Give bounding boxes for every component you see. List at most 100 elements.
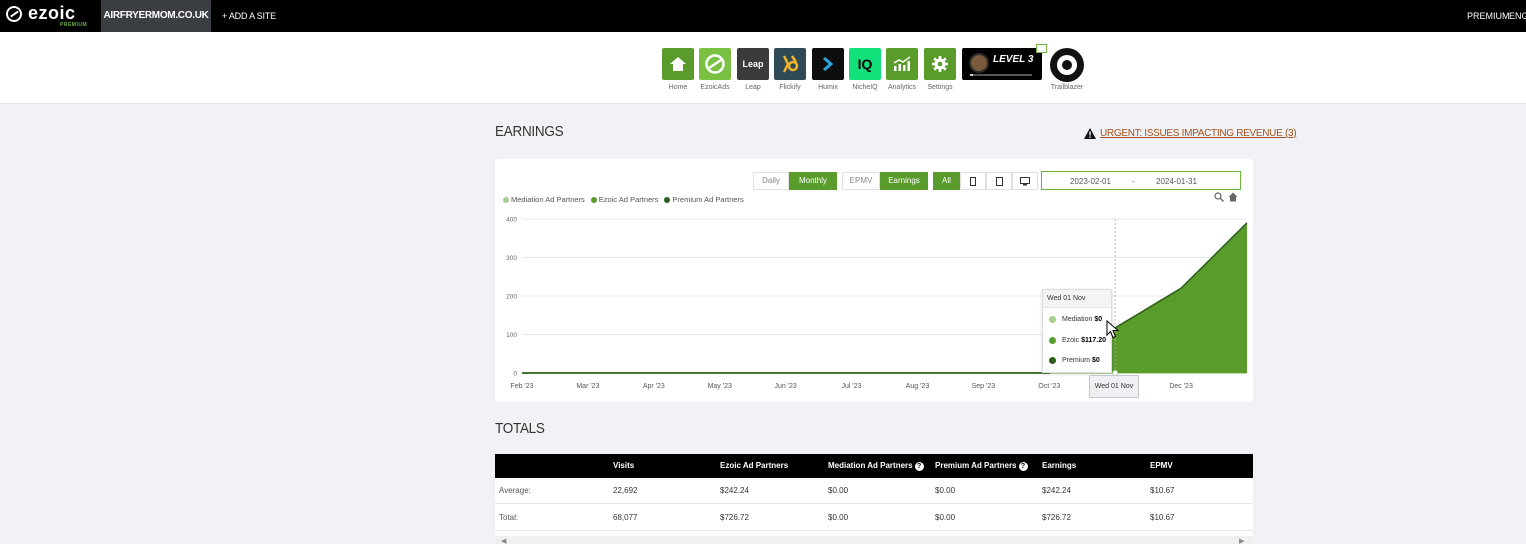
flickify-icon — [774, 48, 806, 80]
help-icon[interactable]: ? — [1018, 461, 1028, 471]
logo-text: ezoic — [28, 3, 76, 23]
tooltip-row: Mediation $0 — [1049, 316, 1102, 323]
trailblazer-label: Trailblazer — [1050, 84, 1084, 91]
table-cell: $0.00 — [935, 513, 956, 522]
app-navbar: Home EzoicAds Leap Leap Flickify Humix I… — [0, 32, 1526, 104]
totals-title: TOTALS — [495, 420, 545, 437]
home-icon — [662, 48, 694, 80]
y-tick-label: 400 — [506, 217, 517, 224]
mail-icon[interactable] — [1036, 44, 1047, 53]
table-cell: $0.00 — [828, 486, 849, 495]
table-cell: $0.00 — [828, 513, 849, 522]
x-tick-label: Oct '23 — [1038, 383, 1060, 390]
app-leap[interactable]: Leap Leap — [737, 48, 769, 91]
tooltip-date: Wed 01 Nov — [1043, 290, 1111, 308]
earnings-title: EARNINGS — [495, 123, 564, 140]
scroll-left-icon[interactable]: ◀ — [501, 537, 506, 544]
column-header[interactable]: EPMV — [1150, 454, 1173, 478]
column-header[interactable]: Earnings — [1042, 454, 1076, 478]
nicheiq-icon: IQ — [849, 48, 881, 80]
x-tick-label: Sep '23 — [972, 383, 996, 390]
x-tick-label: Jun '23 — [774, 383, 796, 390]
table-cell: $0.00 — [935, 486, 956, 495]
trailblazer-icon — [1057, 55, 1077, 75]
totals-table-header: Visits Ezoic Ad Partners Mediation Ad Pa… — [495, 454, 1253, 478]
x-tick-label: Feb '23 — [510, 383, 533, 390]
ezoicads-icon — [699, 48, 731, 80]
x-tick-label: Jul '23 — [842, 383, 862, 390]
app-humix[interactable]: Humix — [812, 48, 844, 91]
x-tick-label: Mar '23 — [576, 383, 599, 390]
column-header[interactable]: Mediation Ad Partners ? — [828, 454, 924, 478]
urgent-issues-link[interactable]: URGENT: ISSUES IMPACTING REVENUE (3) — [1084, 128, 1297, 139]
x-tick-label: Apr '23 — [643, 383, 665, 390]
y-tick-label: 200 — [506, 294, 517, 301]
urgent-issues-text: URGENT: ISSUES IMPACTING REVENUE (3) — [1100, 128, 1297, 139]
app-home[interactable]: Home — [662, 48, 694, 91]
language-selector[interactable]: ENGLISH — [1509, 0, 1526, 32]
tooltip-series-name: Premium — [1062, 357, 1091, 364]
tooltip-value: $0 — [1091, 357, 1100, 364]
level-progress-bar — [970, 74, 1032, 76]
top-bar: ezoic PREMIUM AIRFRYERMOM.CO.UK + ADD A … — [0, 0, 1526, 32]
app-label: Settings — [927, 84, 953, 91]
tooltip-series-name: Mediation — [1062, 316, 1093, 323]
x-tick-label: Dec '23 — [1169, 383, 1193, 390]
trailblazer-badge[interactable] — [1050, 48, 1084, 82]
table-cell: $726.72 — [720, 513, 749, 522]
level-badge[interactable]: LEVEL 3 — [962, 48, 1042, 80]
app-analytics[interactable]: Analytics — [886, 48, 918, 91]
table-cell: $242.24 — [720, 486, 749, 495]
chart-tooltip: Wed 01 Nov Mediation $0 Ezoic $117.20 Pr… — [1042, 289, 1112, 373]
x-tick-label: Aug '23 — [906, 383, 930, 390]
level-text: LEVEL 3 — [993, 54, 1034, 65]
column-header[interactable]: Premium Ad Partners ? — [935, 454, 1028, 478]
column-header-label: Mediation Ad Partners — [828, 461, 913, 470]
help-icon[interactable]: ? — [914, 461, 924, 471]
app-ezoicads[interactable]: EzoicAds — [699, 48, 731, 91]
tooltip-dot — [1049, 316, 1056, 323]
app-settings[interactable]: Settings — [924, 48, 956, 91]
column-header[interactable]: Visits — [613, 454, 634, 478]
table-cell: $242.24 — [1042, 486, 1071, 495]
column-header[interactable]: Ezoic Ad Partners — [720, 454, 788, 478]
table-cell: $10.67 — [1150, 513, 1175, 522]
y-tick-label: 300 — [506, 255, 517, 262]
level-progress-fill — [970, 74, 974, 76]
premium-link[interactable]: PREMIUM — [1467, 0, 1510, 32]
tooltip-value: $117.20 — [1081, 337, 1106, 344]
avatar — [969, 53, 989, 73]
x-tick-label: May '23 — [708, 383, 732, 390]
tooltip-series-name: Ezoic — [1062, 337, 1080, 344]
row-label: Average: — [499, 486, 531, 495]
y-tick-label: 100 — [506, 332, 517, 339]
table-cell: 68,077 — [613, 513, 638, 522]
add-site-link[interactable]: + ADD A SITE — [222, 0, 276, 32]
area-ezoic-ad-partners — [522, 222, 1247, 373]
ezoic-logo[interactable]: ezoic PREMIUM — [6, 3, 96, 29]
gear-icon — [924, 48, 956, 80]
earnings-chart-card: Daily Monthly EPMV Earnings All 2023-02-… — [495, 159, 1253, 402]
ezoic-logo-icon — [6, 6, 22, 22]
table-row: Total: 68,077 $726.72 $0.00 $0.00 $726.7… — [495, 505, 1253, 531]
x-axis-crosshair-label: Wed 01 Nov — [1089, 375, 1139, 398]
horizontal-scrollbar[interactable]: ◀ ▶ — [495, 536, 1253, 544]
site-selector[interactable]: AIRFRYERMOM.CO.UK — [101, 0, 211, 32]
table-cell: 22,692 — [613, 486, 638, 495]
tooltip-dot — [1049, 337, 1056, 344]
app-flickify[interactable]: Flickify — [774, 48, 806, 91]
humix-icon — [812, 48, 844, 80]
totals-table: Visits Ezoic Ad Partners Mediation Ad Pa… — [495, 454, 1253, 544]
table-cell: $726.72 — [1042, 513, 1071, 522]
table-cell: $10.67 — [1150, 486, 1175, 495]
tooltip-value: $0 — [1094, 316, 1103, 323]
tooltip-row: Ezoic $117.20 — [1049, 337, 1106, 344]
column-header-label: Premium Ad Partners — [935, 461, 1017, 470]
analytics-icon — [886, 48, 918, 80]
earnings-chart[interactable]: 0 100 200 300 400 Feb '23 Mar '23 Apr '23 May '2… — [495, 159, 1253, 402]
y-tick-label: 0 — [513, 371, 517, 378]
scroll-right-icon[interactable]: ▶ — [1239, 537, 1244, 544]
app-nicheiq[interactable]: IQ NicheIQ — [849, 48, 881, 91]
table-row: Average: 22,692 $242.24 $0.00 $0.00 $242… — [495, 478, 1253, 504]
logo-subtitle: PREMIUM — [60, 22, 88, 28]
